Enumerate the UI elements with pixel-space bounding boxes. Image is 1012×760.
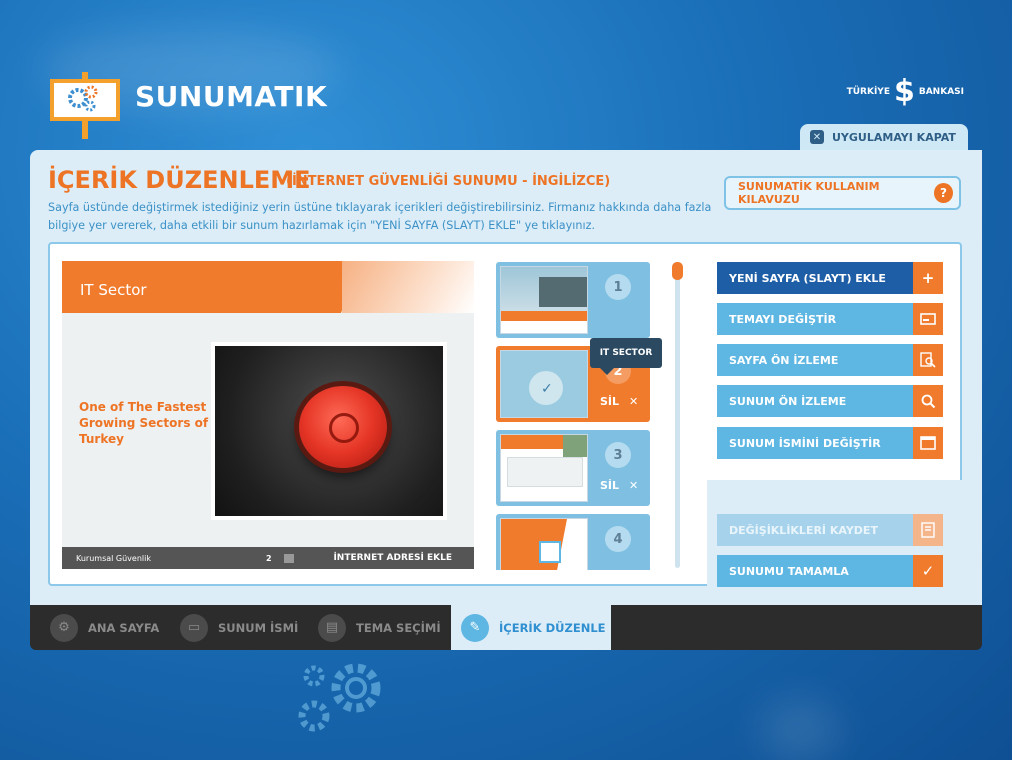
nav-home[interactable]: ⚙ ANA SAYFA [50,605,159,650]
rename-presentation-label: SUNUM İSMİNİ DEĞİŞTİR [729,436,881,450]
user-guide-button[interactable]: SUNUMATİK KULLANIM KILAVUZU ? [724,176,961,210]
slide-thumbnail[interactable]: 1 [496,262,650,338]
complete-presentation-label: SUNUMU TAMAMLA [729,564,849,578]
scrollbar-thumb[interactable] [672,262,683,280]
slide-thumbnail[interactable]: 4 [496,514,650,570]
delete-icon: ✕ [629,395,639,408]
nav-home-label: ANA SAYFA [88,620,160,635]
check-icon: ✓ [913,555,943,587]
page-preview-label: SAYFA ÖN İZLEME [729,353,839,367]
change-theme-button[interactable]: TEMAYI DEĞİŞTİR [717,303,943,335]
complete-presentation-button[interactable]: SUNUMU TAMAMLA ✓ [717,555,943,587]
section-subtitle: (İNTERNET GÜVENLİĞİ SUNUMU - İNGİLİZCE) [286,174,611,189]
search-icon [913,385,943,417]
bank-logo: TÜRKİYE $ BANKASI [846,74,964,109]
nav-presentation-name-label: SUNUM İSMİ [218,620,299,635]
slide-body-text[interactable]: One of The Fastest Growing Sectors of Tu… [79,399,219,447]
thumbnail-image [500,518,588,570]
change-theme-label: TEMAYI DEĞİŞTİR [729,312,837,326]
thumbnail-number: 4 [605,526,631,552]
close-icon: ✕ [810,130,824,144]
presentation-preview-label: SUNUM ÖN İZLEME [729,394,847,408]
user-guide-label: SUNUMATİK KULLANIM KILAVUZU [738,180,880,206]
app-logo-icon [50,72,120,139]
power-button-image [299,386,387,468]
plus-icon: + [913,262,943,294]
thumbnail-scrollbar[interactable] [675,262,680,568]
nav-theme-selection[interactable]: ▤ TEMA SEÇİMİ [318,605,441,650]
thumbnail-image: ✓ [500,350,588,418]
delete-slide-button[interactable]: SİL ✕ [600,395,638,408]
nav-presentation-name[interactable]: ▭ SUNUM İSMİ [180,605,298,650]
app-title: SUNUMATIK [135,80,328,113]
thumbnail-tooltip: IT SECTOR [590,338,662,375]
slide-footer-left[interactable]: Kurumsal Güvenlik [76,554,151,563]
slide-thumbnail-list[interactable]: 1 ✓ 2 SİL ✕ 3 SİL ✕ 4 [494,260,652,570]
nav-content-edit[interactable]: ✎ İÇERİK DÜZENLE [451,605,611,650]
card-icon: ▤ [318,613,346,642]
gears-decoration-icon [298,663,381,732]
page-preview-button[interactable]: SAYFA ÖN İZLEME [717,344,943,376]
page-preview-icon [913,344,943,376]
bank-logo-left: TÜRKİYE [846,87,890,97]
pencil-icon: ✎ [461,613,489,642]
thumbnail-image [500,266,588,334]
bank-logo-mark: $ [893,74,915,109]
window-icon [913,427,943,459]
save-icon [913,514,943,546]
rename-presentation-button[interactable]: SUNUM İSMİNİ DEĞİŞTİR [717,427,943,459]
delete-label: SİL [600,395,620,408]
section-description: Sayfa üstünde değiştirmek istediğiniz ye… [48,201,712,232]
bottom-navigation: ⚙ ANA SAYFA ▭ SUNUM İSMİ ▤ TEMA SEÇİMİ ✎… [30,605,982,650]
close-app-label: UYGULAMAYI KAPAT [832,130,956,144]
slide-preview[interactable]: IT Sector One of The Fastest Growing Sec… [62,261,474,569]
monitor-icon: ▭ [180,613,208,642]
delete-icon: ✕ [629,479,639,492]
close-app-button[interactable]: ✕ UYGULAMAYI KAPAT [800,124,968,150]
delete-slide-button[interactable]: SİL ✕ [600,479,638,492]
theme-icon [913,303,943,335]
save-changes-label: DEĞİŞİKLİKLERİ KAYDET [729,523,878,537]
thumbnail-number: 1 [605,274,631,300]
add-slide-label: YENİ SAYFA (SLAYT) EKLE [729,271,886,285]
footer-square-icon [284,554,294,563]
section-title: İÇERİK DÜZENLEME [48,166,311,194]
presentation-preview-button[interactable]: SUNUM ÖN İZLEME [717,385,943,417]
gear-icon: ⚙ [50,613,78,642]
slide-image[interactable] [211,342,447,520]
add-slide-button[interactable]: YENİ SAYFA (SLAYT) EKLE + [717,262,943,294]
add-web-address-link[interactable]: İNTERNET ADRESİ EKLE [333,553,452,563]
thumbnail-number: 3 [605,442,631,468]
bank-logo-right: BANKASI [918,87,964,97]
slide-title[interactable]: IT Sector [80,281,147,299]
thumbnail-image [500,434,588,502]
help-icon: ? [934,183,953,203]
slide-page-number: 2 [266,553,272,563]
slide-footer: Kurumsal Güvenlik 2 İNTERNET ADRESİ EKLE [62,547,474,569]
save-changes-button[interactable]: DEĞİŞİKLİKLERİ KAYDET [717,514,943,546]
nav-theme-selection-label: TEMA SEÇİMİ [356,620,441,635]
slide-thumbnail[interactable]: 3 SİL ✕ [496,430,650,506]
delete-label: SİL [600,479,620,492]
nav-content-edit-label: İÇERİK DÜZENLE [499,620,606,635]
